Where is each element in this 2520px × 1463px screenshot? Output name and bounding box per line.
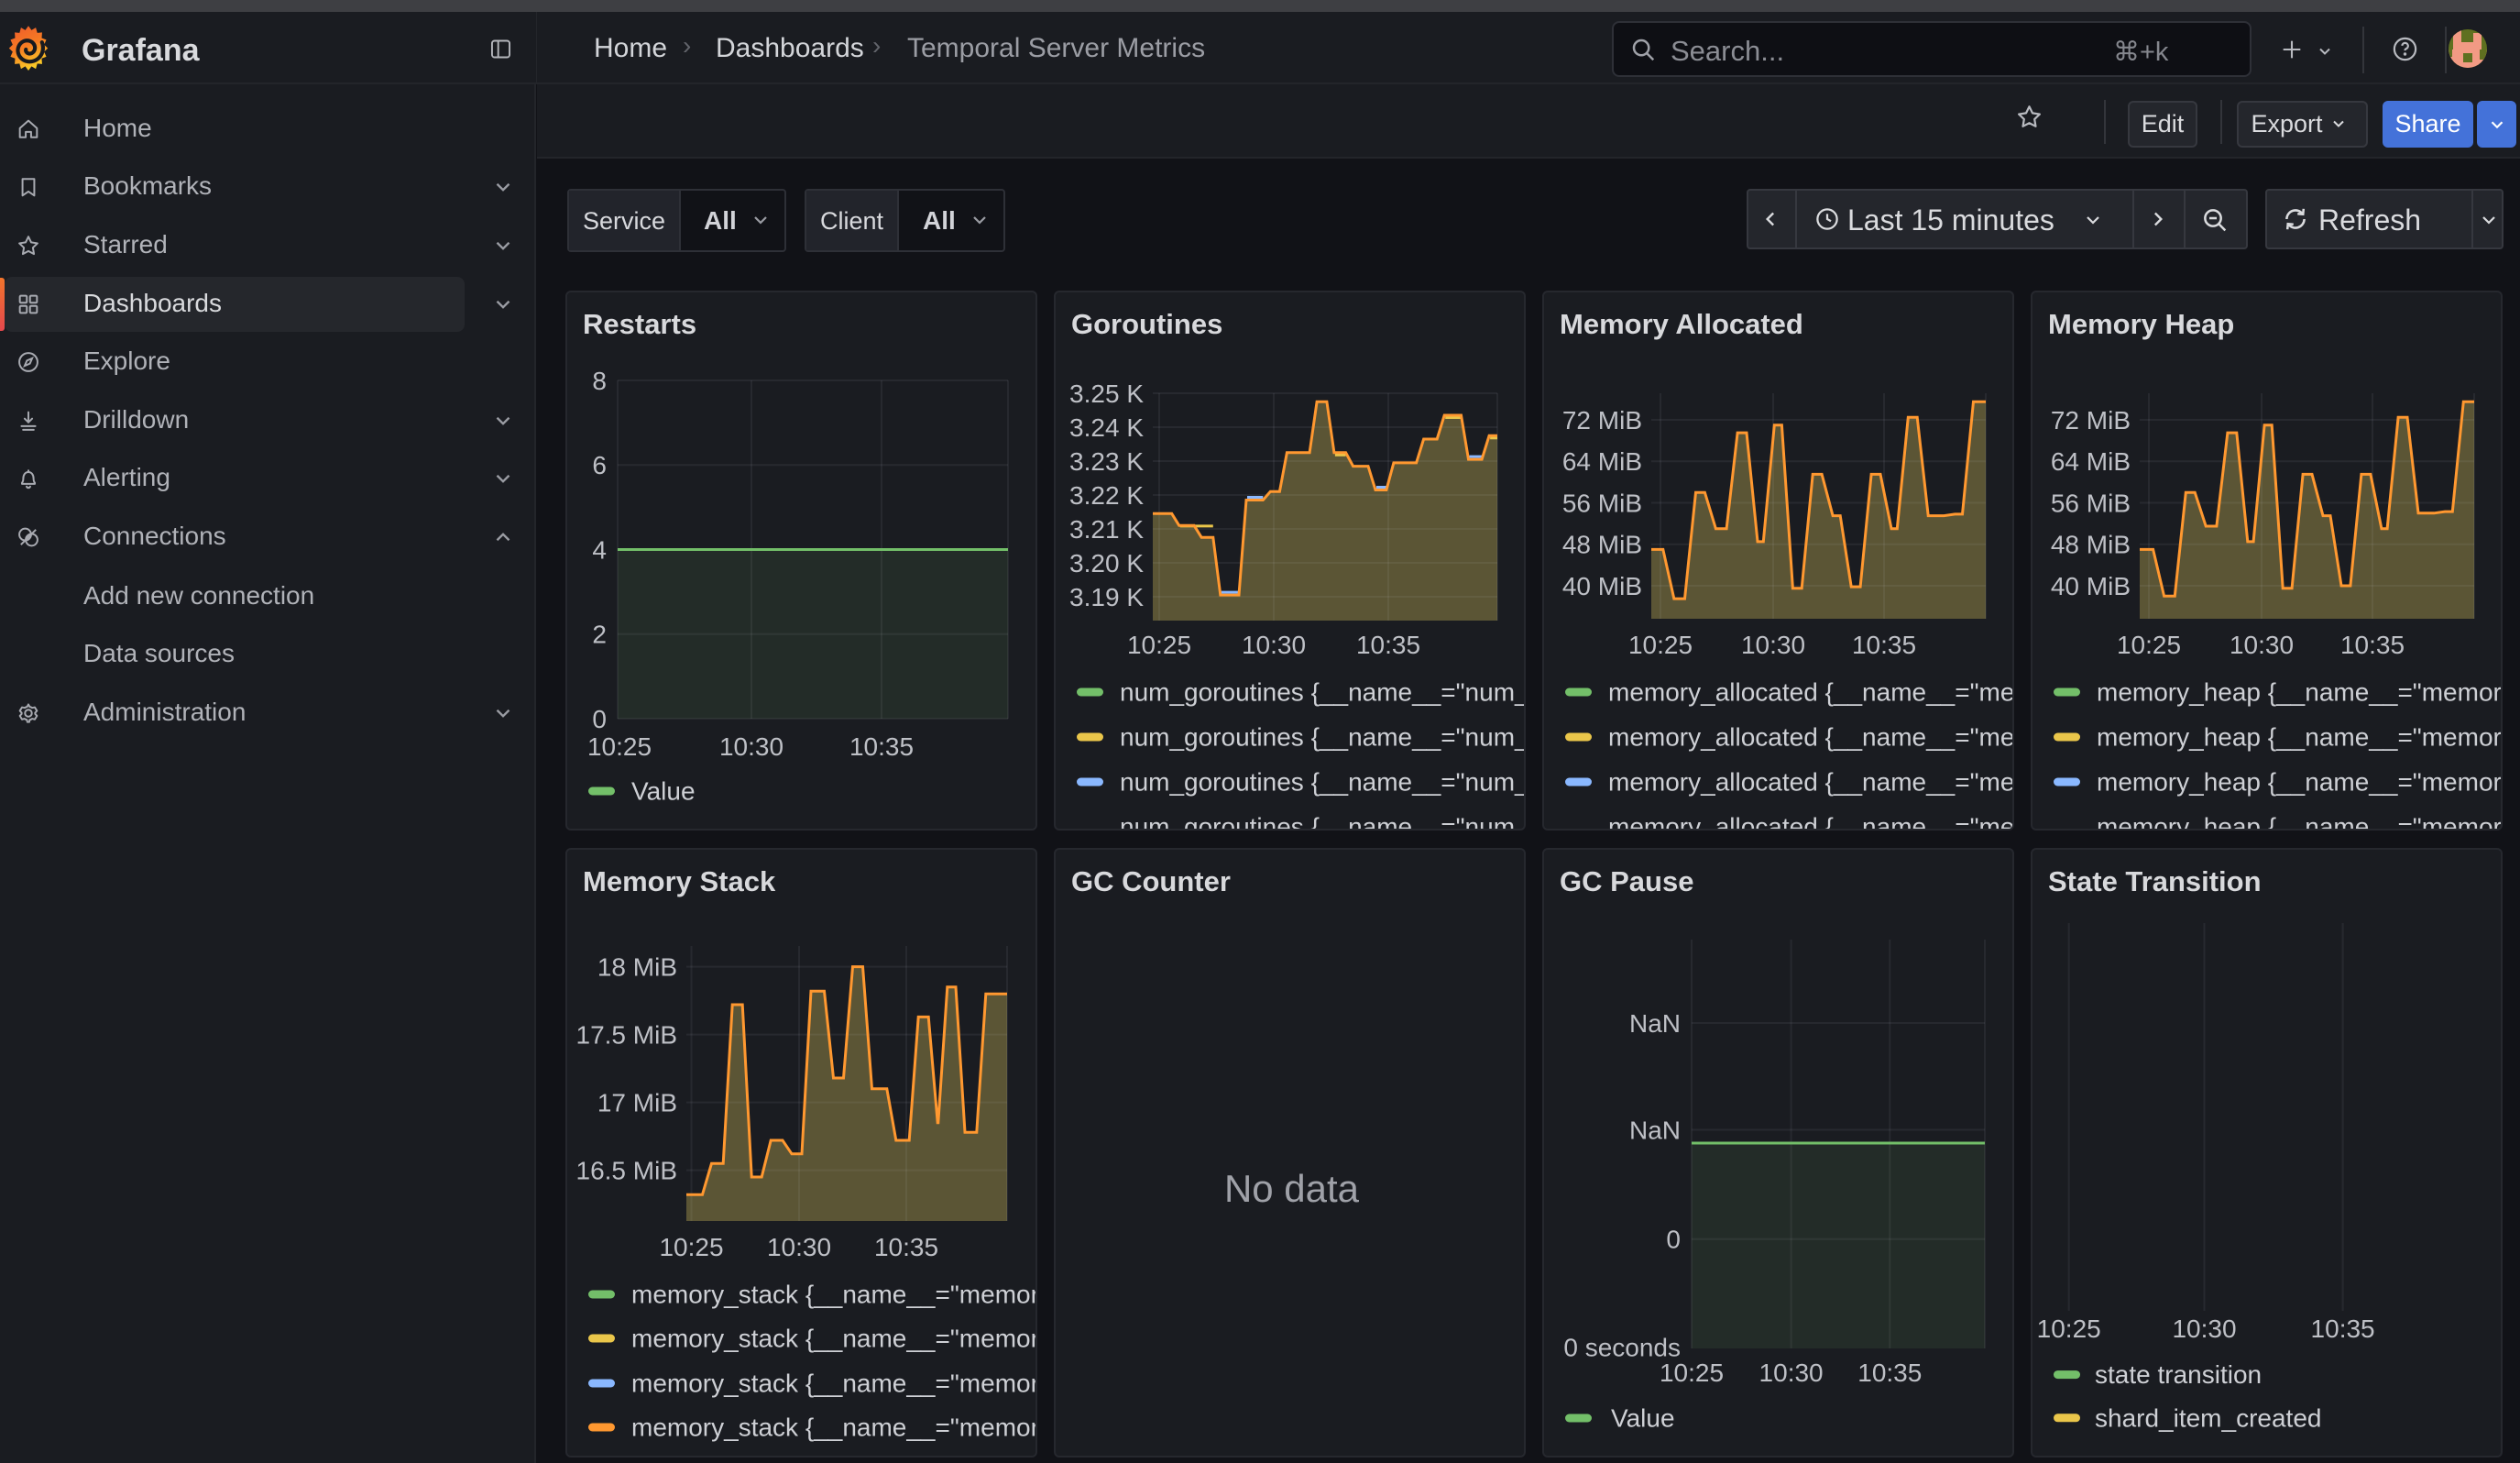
svg-text:num_goroutines {__name__="num_: num_goroutines {__name__="num_goroutines… — [1120, 768, 1526, 797]
svg-text:64 MiB: 64 MiB — [2051, 447, 2131, 476]
svg-text:3.20 K: 3.20 K — [1069, 549, 1144, 578]
svg-text:10:35: 10:35 — [1356, 631, 1420, 659]
svg-text:3.24 K: 3.24 K — [1069, 413, 1144, 442]
svg-text:6: 6 — [592, 451, 607, 479]
svg-text:memory_allocated {__name__="me: memory_allocated {__name__="memory_alloc… — [1608, 768, 2014, 797]
svg-text:56 MiB: 56 MiB — [2051, 489, 2131, 517]
svg-text:3.19 K: 3.19 K — [1069, 583, 1144, 611]
svg-text:40 MiB: 40 MiB — [1562, 572, 1642, 600]
svg-text:10:35: 10:35 — [874, 1233, 938, 1261]
svg-text:40 MiB: 40 MiB — [2051, 572, 2131, 600]
svg-text:10:30: 10:30 — [2172, 1314, 2236, 1343]
svg-text:10:30: 10:30 — [767, 1233, 831, 1261]
svg-text:10:35: 10:35 — [1852, 631, 1916, 659]
svg-text:3.25 K: 3.25 K — [1069, 380, 1144, 408]
svg-text:state transition: state transition — [2095, 1360, 2262, 1389]
svg-text:memory_heap {__name__="memory_: memory_heap {__name__="memory_heap"} — [2097, 723, 2503, 752]
svg-text:NaN: NaN — [1629, 1009, 1681, 1038]
svg-text:10:35: 10:35 — [1857, 1358, 1922, 1387]
svg-text:memory_allocated {__name__="me: memory_allocated {__name__="memory_alloc… — [1608, 813, 2014, 831]
svg-text:memory_heap {__name__="memory_: memory_heap {__name__="memory_heap"} — [2097, 813, 2503, 831]
svg-text:0 seconds: 0 seconds — [1563, 1333, 1681, 1361]
svg-text:16.5 MiB: 16.5 MiB — [576, 1156, 678, 1184]
svg-text:10:25: 10:25 — [659, 1233, 723, 1261]
svg-text:10:25: 10:25 — [587, 732, 652, 761]
svg-text:10:25: 10:25 — [2037, 1314, 2101, 1343]
svg-text:memory_heap {__name__="memory_: memory_heap {__name__="memory_heap"} — [2097, 678, 2503, 707]
svg-text:72 MiB: 72 MiB — [2051, 406, 2131, 434]
svg-text:num_goroutines {__name__="num_: num_goroutines {__name__="num_goroutines… — [1120, 678, 1526, 707]
svg-text:memory_stack {__name__="memory: memory_stack {__name__="memory_stack"} — [631, 1414, 1037, 1442]
svg-text:3.23 K: 3.23 K — [1069, 447, 1144, 476]
svg-text:10:25: 10:25 — [2117, 631, 2181, 659]
svg-text:memory_heap {__name__="memory_: memory_heap {__name__="memory_heap"} — [2097, 768, 2503, 797]
svg-text:shard_item_created: shard_item_created — [2095, 1403, 2321, 1432]
svg-text:10:30: 10:30 — [1242, 631, 1306, 659]
svg-text:10:25: 10:25 — [1127, 631, 1191, 659]
svg-text:3.22 K: 3.22 K — [1069, 481, 1144, 510]
svg-text:0: 0 — [1666, 1226, 1681, 1254]
svg-text:8: 8 — [592, 367, 607, 395]
svg-text:10:35: 10:35 — [2311, 1314, 2375, 1343]
svg-text:0: 0 — [592, 705, 607, 733]
svg-text:10:25: 10:25 — [1628, 631, 1693, 659]
svg-text:72 MiB: 72 MiB — [1562, 406, 1642, 434]
svg-text:10:30: 10:30 — [719, 732, 783, 761]
svg-text:17 MiB: 17 MiB — [597, 1088, 677, 1116]
svg-text:memory_allocated {__name__="me: memory_allocated {__name__="memory_alloc… — [1608, 678, 2014, 707]
svg-text:Value: Value — [1611, 1404, 1675, 1433]
svg-text:10:35: 10:35 — [849, 732, 914, 761]
svg-text:num_goroutines {__name__="num_: num_goroutines {__name__="num_goroutines… — [1120, 813, 1526, 831]
svg-text:memory_allocated {__name__="me: memory_allocated {__name__="memory_alloc… — [1608, 723, 2014, 752]
svg-text:Value: Value — [631, 777, 696, 806]
svg-text:NaN: NaN — [1629, 1116, 1681, 1144]
svg-text:10:35: 10:35 — [2340, 631, 2405, 659]
svg-text:memory_stack {__name__="memory: memory_stack {__name__="memory_stack"} — [631, 1370, 1037, 1398]
svg-text:4: 4 — [592, 535, 607, 564]
svg-text:3.21 K: 3.21 K — [1069, 515, 1144, 544]
svg-text:48 MiB: 48 MiB — [2051, 531, 2131, 559]
svg-text:10:30: 10:30 — [1741, 631, 1805, 659]
svg-text:num_goroutines {__name__="num_: num_goroutines {__name__="num_goroutines… — [1120, 723, 1526, 752]
svg-text:56 MiB: 56 MiB — [1562, 489, 1642, 517]
svg-text:2: 2 — [592, 621, 607, 649]
svg-text:64 MiB: 64 MiB — [1562, 447, 1642, 476]
svg-text:18 MiB: 18 MiB — [597, 952, 677, 981]
svg-text:10:30: 10:30 — [2230, 631, 2294, 659]
svg-text:10:30: 10:30 — [1759, 1358, 1824, 1387]
svg-text:memory_stack {__name__="memory: memory_stack {__name__="memory_stack"} — [631, 1281, 1037, 1309]
svg-text:48 MiB: 48 MiB — [1562, 531, 1642, 559]
svg-text:memory_stack {__name__="memory: memory_stack {__name__="memory_stack"} — [631, 1325, 1037, 1353]
svg-text:17.5 MiB: 17.5 MiB — [576, 1020, 678, 1049]
svg-text:10:25: 10:25 — [1660, 1358, 1724, 1387]
